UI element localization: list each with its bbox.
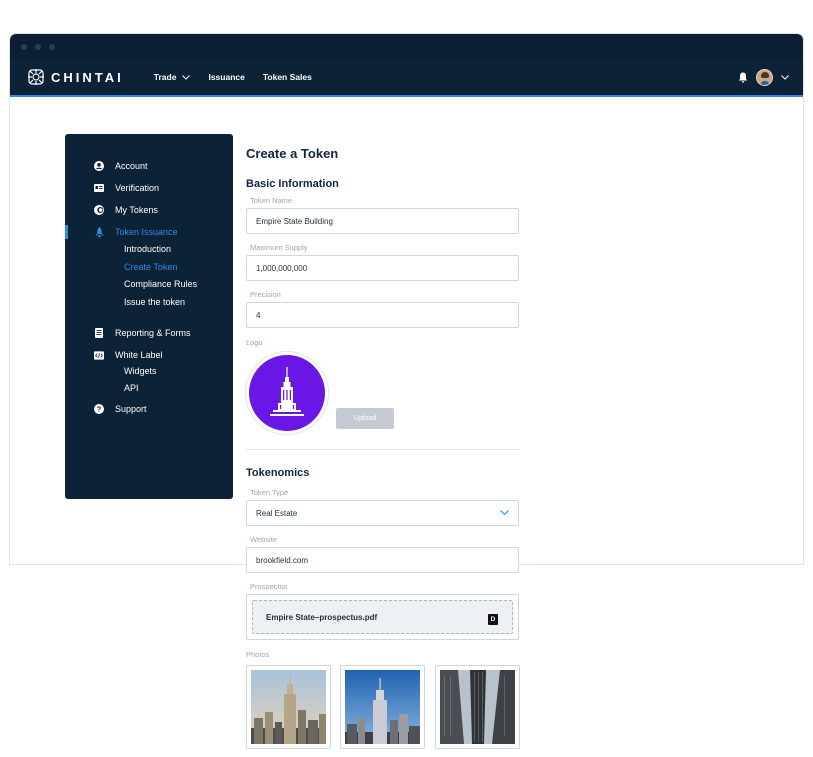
avatar[interactable] [756,68,773,86]
sidebar-item-label: Account [115,161,148,171]
prospectus-filename: Empire State–prospectus.pdf [266,612,378,622]
svg-text:?: ? [97,407,101,414]
sidebar-sub-issue-token[interactable]: Issue the token [124,297,185,307]
max-supply-field[interactable]: 1,000,000,000 [246,255,519,281]
website-label: Website [250,535,277,544]
token-type-value: Real Estate [256,508,298,518]
sidebar-sub-create-token[interactable]: Create Token [124,262,177,272]
precision-label: Precision [250,290,281,299]
brand-logo[interactable]: CHINTAI [27,68,124,86]
user-circle-icon [94,161,104,171]
active-indicator [65,225,68,239]
website-field[interactable]: brookfield.com [246,547,519,573]
brand-name: CHINTAI [51,69,124,85]
sidebar-sub-introduction[interactable]: Introduction [124,244,171,254]
empire-state-building-icon [270,367,304,416]
bell-icon[interactable] [738,72,748,83]
sidebar-item-label: Token Issuance [115,227,178,237]
sidebar-item-label: Reporting & Forms [115,328,191,338]
photo-thumbnail[interactable] [246,665,331,749]
max-supply-label: Maximum Supply [250,243,308,252]
window-minimize-dot[interactable] [35,43,41,50]
token-type-select[interactable]: Real Estate [246,500,519,526]
logo-label: Logo [246,338,263,347]
chevron-down-icon[interactable] [781,74,789,80]
chintai-logo-icon [28,69,44,85]
nav-token-sales[interactable]: Token Sales [263,72,312,82]
window-maximize-dot[interactable] [49,43,55,50]
prospectus-label: Prospectus [250,582,288,591]
sidebar-item-label: Support [115,404,147,414]
chevron-down-icon [182,74,191,80]
upload-button[interactable]: Upload [336,408,394,429]
window-titlebar [10,34,803,59]
token-name-label: Token Name [250,196,293,205]
section-heading-basic: Basic Information [246,178,339,190]
section-heading-tokenomics: Tokenomics [246,467,310,479]
sidebar-item-label: Verification [115,183,160,193]
sidebar: Account Verification My Tokens Token Iss… [65,134,233,499]
chevron-down-icon [500,510,509,516]
precision-field[interactable]: 4 [246,302,519,328]
empire-state-photo [345,670,420,744]
token-icon [94,205,104,215]
page-title: Create a Token [246,146,339,161]
sidebar-sub-widgets[interactable]: Widgets [124,366,157,376]
token-name-field[interactable]: Empire State Building [246,208,519,234]
city-skyline-photo [251,670,326,744]
sidebar-sub-api[interactable]: API [124,383,139,393]
nav-right [738,59,789,95]
rocket-icon [94,226,104,237]
photo-thumbnail[interactable] [340,665,425,749]
top-navbar: CHINTAI Trade Issuance Token Sales [10,59,803,97]
id-card-icon [94,183,104,193]
token-logo-circle [249,355,325,431]
photo-thumbnail[interactable] [435,665,520,749]
prospectus-dropzone[interactable]: Empire State–prospectus.pdf D [246,594,519,640]
code-icon [94,350,104,360]
token-type-label: Token Type [250,488,289,497]
nav-trade[interactable]: Trade [154,72,191,82]
sidebar-item-label: White Label [115,350,163,360]
sidebar-item-label: My Tokens [115,205,158,215]
tower-photo [440,670,515,744]
pdf-file-icon: D [488,614,498,625]
window-close-dot[interactable] [21,43,27,50]
token-logo-preview [245,351,329,435]
prospectus-file[interactable]: Empire State–prospectus.pdf D [252,600,513,634]
nav-issuance[interactable]: Issuance [208,72,244,82]
document-icon [94,328,104,338]
nav-links: Trade Issuance Token Sales [154,72,312,82]
nav-trade-label: Trade [153,72,177,82]
photos-label: Photos [246,650,270,659]
help-icon: ? [94,404,104,414]
sidebar-sub-compliance-rules[interactable]: Compliance Rules [124,279,197,289]
section-divider [246,449,519,450]
